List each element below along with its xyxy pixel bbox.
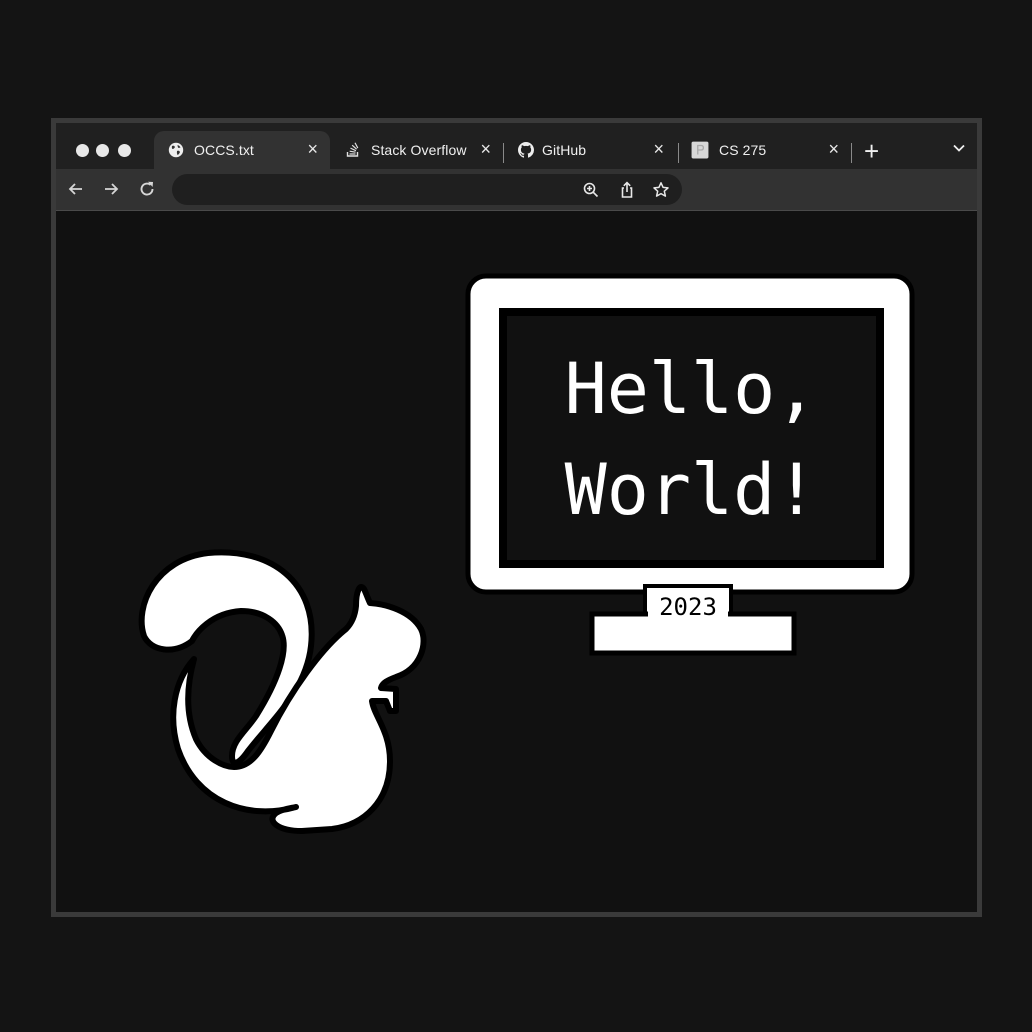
browser-toolbar [56, 169, 977, 211]
screen-text-hello: Hello, [565, 348, 818, 430]
squirrel-icon [138, 549, 427, 834]
share-icon[interactable] [618, 181, 636, 199]
stack-overflow-icon [346, 142, 359, 157]
screen-text-world: World! [565, 449, 818, 531]
reload-icon[interactable] [137, 179, 157, 199]
window-maximize-dot[interactable] [118, 144, 131, 157]
tab-label: OCCS.txt [194, 142, 254, 158]
new-tab-button[interactable]: + [864, 137, 879, 165]
chevron-down-icon[interactable] [952, 143, 966, 153]
page-content: Hello, World! 2023 [56, 211, 977, 912]
forward-arrow-icon[interactable] [101, 179, 121, 199]
illustration: Hello, World! 2023 [138, 273, 915, 834]
tab-strip: OCCS.txt × Stack Overflow × GitHub × CS … [56, 123, 977, 169]
tab-close-button[interactable]: × [653, 139, 664, 159]
window-minimize-dot[interactable] [96, 144, 109, 157]
tab-occs[interactable]: OCCS.txt × [154, 131, 330, 169]
github-icon [518, 142, 534, 158]
tab-close-button[interactable]: × [828, 139, 839, 159]
bookmark-star-icon[interactable] [652, 181, 670, 199]
page-icon [691, 141, 709, 159]
tab-close-button[interactable]: × [307, 139, 318, 159]
zoom-in-icon[interactable] [582, 181, 600, 199]
globe-icon [168, 142, 184, 158]
tab-label: CS 275 [719, 142, 767, 158]
tab-github[interactable]: GitHub × [504, 131, 676, 169]
address-bar[interactable] [172, 174, 682, 205]
tab-label: Stack Overflow [371, 142, 467, 158]
window-close-dot[interactable] [76, 144, 89, 157]
year-label: 2023 [659, 593, 717, 621]
tab-cs-275[interactable]: CS 275 × [679, 131, 851, 169]
browser-window: OCCS.txt × Stack Overflow × GitHub × CS … [51, 118, 982, 917]
back-arrow-icon[interactable] [66, 179, 86, 199]
tab-label: GitHub [542, 142, 587, 158]
tab-stack-overflow[interactable]: Stack Overflow × [331, 131, 499, 169]
tab-separator [851, 143, 852, 163]
tab-close-button[interactable]: × [480, 139, 491, 159]
